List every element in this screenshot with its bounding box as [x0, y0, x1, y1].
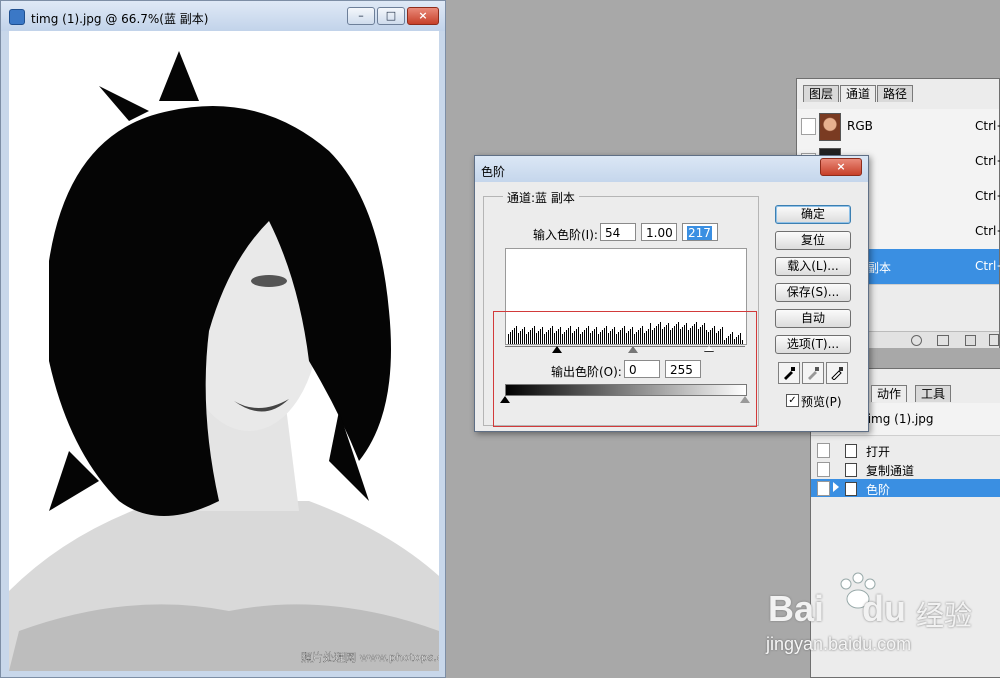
channel-row-rgb[interactable]: RGB Ctrl+~ [797, 109, 1000, 145]
jingyan-url-text: jingyan.baidu.com [766, 634, 912, 654]
annotation-highlight-box [493, 311, 757, 427]
load-button[interactable]: 载入(L)... [775, 257, 851, 276]
black-eyedropper-icon [784, 367, 795, 380]
auto-button[interactable]: 自动 [775, 309, 851, 328]
action-step-icon [845, 444, 857, 458]
tab-paths[interactable]: 路径 [877, 85, 914, 102]
document-title-bar[interactable]: timg (1).jpg @ 66.7%(蓝 副本) – □ × [1, 1, 445, 31]
channel-thumbnail [819, 113, 841, 141]
tab-actions[interactable]: 动作 [871, 385, 908, 402]
save-selection-icon[interactable] [937, 335, 949, 346]
channel-shortcut: Ctrl+3 [975, 224, 1000, 238]
input-gamma-field[interactable]: 1.00 [641, 223, 677, 241]
baidu-brand-text: Bai du [768, 588, 906, 630]
close-icon: × [836, 160, 846, 173]
delete-channel-icon[interactable] [989, 334, 999, 346]
action-step-icon [845, 463, 857, 477]
brand-part-2: du [862, 588, 907, 629]
new-channel-icon[interactable] [965, 335, 976, 346]
channel-shortcut: Ctrl+2 [975, 189, 1000, 203]
visibility-toggle[interactable] [801, 118, 816, 135]
document-title: timg (1).jpg @ 66.7%(蓝 副本) [31, 12, 209, 26]
input-black-field[interactable]: 54 [600, 223, 636, 241]
input-white-field[interactable]: 217 [682, 223, 718, 241]
preview-label: 预览(P) [801, 395, 842, 409]
action-item[interactable]: 打开 [811, 441, 1000, 459]
channel-shortcut: Ctrl+4 [975, 259, 1000, 273]
action-label: 复制通道 [866, 464, 915, 478]
play-arrow-icon [833, 482, 839, 492]
minimize-icon: – [358, 9, 364, 22]
reset-button[interactable]: 复位 [775, 231, 851, 250]
dialog-close-button[interactable]: × [820, 158, 862, 176]
options-button[interactable]: 选项(T)... [775, 335, 851, 354]
action-item[interactable]: 复制通道 [811, 460, 1000, 478]
document-window: timg (1).jpg @ 66.7%(蓝 副本) – □ × 照片处理网 w… [0, 0, 446, 678]
action-toggle[interactable] [817, 481, 830, 496]
close-icon: × [418, 9, 428, 22]
maximize-button[interactable]: □ [377, 7, 405, 25]
portrait-image: 照片处理网 www.photops.com [9, 31, 439, 671]
maximize-icon: □ [385, 9, 397, 22]
action-set-name: timg (1).jpg [863, 412, 934, 426]
white-eyedropper-icon [831, 367, 843, 380]
action-label: 打开 [866, 445, 891, 459]
photoshop-app-icon [9, 9, 25, 25]
channel-label: 通道:蓝 副本 [503, 189, 579, 206]
action-step-icon [845, 482, 857, 496]
input-levels-label: 输入色阶(I): [533, 228, 598, 242]
preview-checkbox[interactable]: ✓ [786, 394, 799, 407]
channel-shortcut: Ctrl+1 [975, 154, 1000, 168]
channel-name: RGB [847, 119, 873, 133]
minimize-button[interactable]: – [347, 7, 375, 25]
action-item-selected[interactable]: 色阶 [811, 479, 1000, 497]
levels-dialog: 色阶 × 通道:蓝 副本 输入色阶(I): 54 1.00 217 输出色阶(O… [474, 155, 869, 432]
tab-layers[interactable]: 图层 [803, 85, 840, 102]
tab-channels[interactable]: 通道 [840, 85, 877, 102]
action-toggle[interactable] [817, 443, 830, 458]
jingyan-cn-text: 经验 [916, 599, 973, 632]
white-eyedropper-button[interactable] [826, 362, 848, 384]
action-label: 色阶 [866, 483, 891, 497]
channel-shortcut: Ctrl+~ [975, 119, 1000, 133]
brand-part-1: Bai [768, 588, 825, 629]
image-canvas[interactable]: 照片处理网 www.photops.com [9, 31, 439, 671]
black-eyedropper-button[interactable] [778, 362, 800, 384]
save-button[interactable]: 保存(S)... [775, 283, 851, 302]
gray-eyedropper-button[interactable] [802, 362, 824, 384]
load-selection-icon[interactable] [911, 335, 922, 346]
photo-watermark-text: 照片处理网 www.photops.com [301, 651, 439, 664]
gray-eyedropper-icon [808, 367, 819, 380]
action-toggle[interactable] [817, 462, 830, 477]
close-button[interactable]: × [407, 7, 439, 25]
channel-name: 副本 [867, 261, 892, 275]
ok-button[interactable]: 确定 [775, 205, 851, 224]
baidu-jingyan-watermark: Bai du 经验 jingyan.baidu.com [760, 570, 1000, 678]
levels-dialog-title-bar[interactable]: 色阶 × [475, 156, 868, 182]
tab-tools[interactable]: 工具 [915, 385, 952, 402]
levels-dialog-title: 色阶 [481, 165, 506, 179]
input-white-value: 217 [687, 226, 712, 240]
